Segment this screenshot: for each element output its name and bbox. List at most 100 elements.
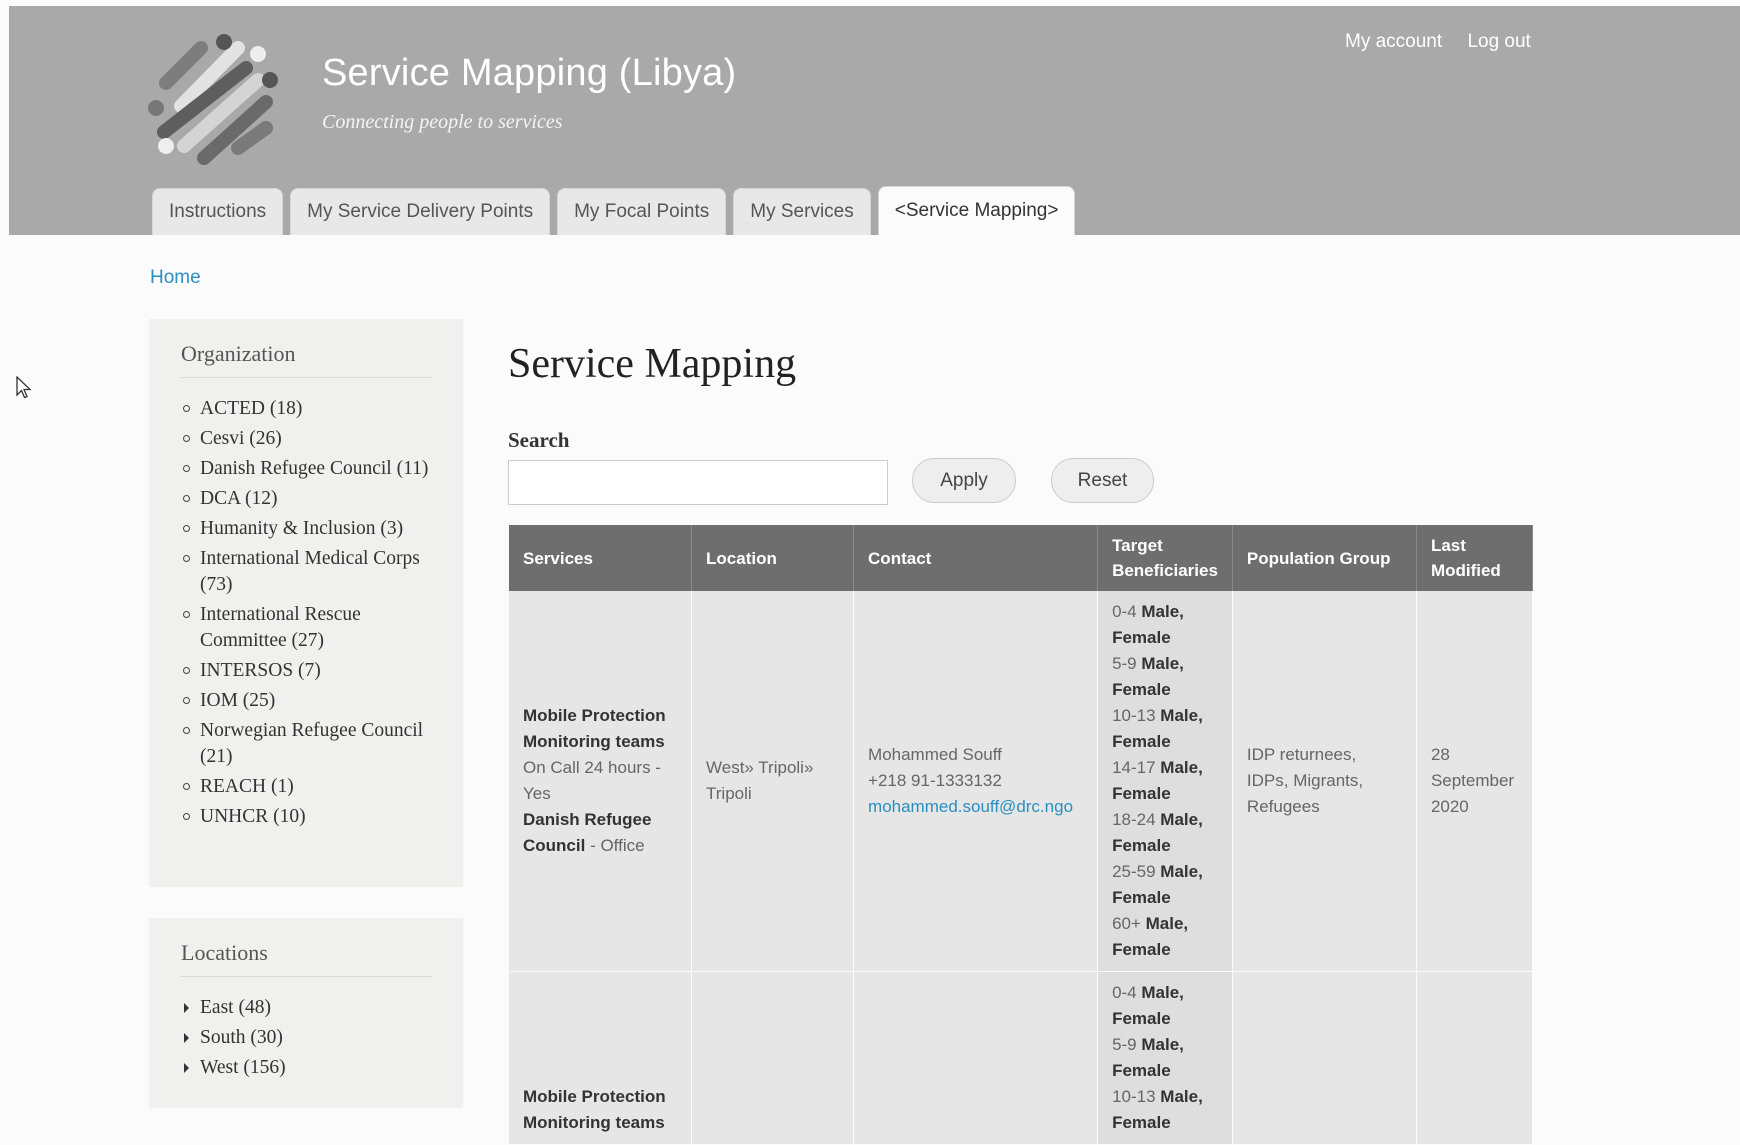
table-row: Mobile Protection Monitoring teams 0-4 M… (509, 971, 1534, 1145)
primary-tabs: Instructions My Service Delivery Points … (152, 186, 1082, 235)
breadcrumb-home-link[interactable]: Home (150, 267, 201, 288)
facet-item-label: REACH (1) (200, 776, 294, 797)
locations-facet-block: Locations East (48) South (30) West (156… (149, 918, 463, 1108)
column-header-target-beneficiaries[interactable]: Target Beneficiaries (1097, 525, 1233, 591)
reset-button[interactable]: Reset (1051, 458, 1154, 503)
tab-my-service-delivery-points[interactable]: My Service Delivery Points (290, 188, 551, 235)
last-modified-cell (1416, 971, 1534, 1145)
age-range: 60+ (1112, 914, 1141, 933)
tab-my-focal-points[interactable]: My Focal Points (557, 188, 727, 235)
facet-item-unhcr[interactable]: UNHCR (10) (181, 804, 433, 830)
facet-item-label: UNHCR (10) (200, 806, 306, 827)
organization-facet-title: Organization (181, 341, 433, 378)
facet-item-acted[interactable]: ACTED (18) (181, 396, 433, 422)
tab-instructions[interactable]: Instructions (152, 188, 284, 235)
facet-item-label: ACTED (18) (200, 398, 303, 419)
tab-my-services[interactable]: My Services (733, 188, 871, 235)
bullet-icon (183, 727, 190, 734)
facet-item-norwegian-refugee-council[interactable]: Norwegian Refugee Council (21) (181, 718, 433, 770)
age-range: 18-24 (1112, 810, 1156, 829)
apply-button[interactable]: Apply (912, 458, 1016, 503)
population-group-cell (1232, 971, 1417, 1145)
expand-arrow-icon[interactable] (184, 1003, 189, 1013)
contact-phone: +218 91-1333132 (868, 771, 1002, 790)
column-header-services[interactable]: Services (509, 525, 693, 591)
page-title: Service Mapping (508, 341, 797, 387)
age-range: 25-59 (1112, 862, 1156, 881)
search-label: Search (508, 428, 570, 452)
my-account-link[interactable]: My account (1345, 31, 1442, 52)
locations-facet-list: East (48) South (30) West (156) (181, 995, 433, 1081)
breadcrumb: Home (150, 267, 201, 289)
locations-facet-title: Locations (181, 940, 433, 977)
organization-facet-block: Organization ACTED (18) Cesvi (26) Danis… (149, 319, 463, 887)
facet-item-label: Humanity & Inclusion (3) (200, 518, 404, 539)
search-input[interactable] (508, 460, 888, 505)
age-range: 10-13 (1112, 706, 1156, 725)
facet-item-label: IOM (25) (200, 690, 276, 711)
bullet-icon (183, 611, 190, 618)
table-header-row: Services Location Contact Target Benefic… (509, 525, 1534, 591)
expand-arrow-icon[interactable] (184, 1033, 189, 1043)
facet-item-danish-refugee-council[interactable]: Danish Refugee Council (11) (181, 456, 433, 482)
site-name[interactable]: Service Mapping (Libya) (322, 52, 736, 95)
service-name: Mobile Protection Monitoring teams (523, 706, 666, 751)
bullet-icon (183, 813, 190, 820)
facet-item-label: South (30) (200, 1027, 283, 1048)
services-cell: Mobile Protection Monitoring teams (509, 971, 693, 1145)
column-header-last-modified[interactable]: Last Modified (1416, 525, 1534, 591)
bullet-icon (183, 435, 190, 442)
service-detail: On Call 24 hours - Yes (523, 758, 661, 803)
facet-item-label: Danish Refugee Council (11) (200, 458, 429, 479)
target-beneficiaries-cell: 0-4 Male, Female 5-9 Male, Female 10-13 … (1097, 971, 1233, 1145)
last-modified-cell: 28 September 2020 (1416, 591, 1534, 972)
contact-cell: Mohammed Souff +218 91-1333132 mohammed.… (853, 591, 1099, 972)
log-out-link[interactable]: Log out (1467, 31, 1530, 52)
facet-item-iom[interactable]: IOM (25) (181, 688, 433, 714)
service-organization-detail: - Office (585, 836, 645, 855)
facet-item-label: International Medical Corps (73) (200, 548, 420, 595)
location-cell: West» Tripoli» Tripoli (691, 591, 855, 972)
facet-item-dca[interactable]: DCA (12) (181, 486, 433, 512)
expand-arrow-icon[interactable] (184, 1063, 189, 1073)
facet-item-east[interactable]: East (48) (181, 995, 433, 1021)
age-range: 5-9 (1112, 654, 1137, 673)
tab-service-mapping[interactable]: <Service Mapping> (877, 186, 1076, 235)
table-row: Mobile Protection Monitoring teams On Ca… (509, 591, 1534, 972)
site-slogan: Connecting people to services (322, 111, 563, 133)
bullet-icon (183, 495, 190, 502)
bullet-icon (183, 555, 190, 562)
facet-item-label: East (48) (200, 997, 271, 1018)
facet-item-international-medical-corps[interactable]: International Medical Corps (73) (181, 546, 433, 598)
facet-item-west[interactable]: West (156) (181, 1055, 433, 1081)
bullet-icon (183, 697, 190, 704)
facet-item-humanity-inclusion[interactable]: Humanity & Inclusion (3) (181, 516, 433, 542)
column-header-population-group[interactable]: Population Group (1232, 525, 1417, 591)
bullet-icon (183, 667, 190, 674)
secondary-menu: My account Log out (1345, 31, 1551, 53)
facet-item-label: West (156) (200, 1057, 286, 1078)
facet-item-reach[interactable]: REACH (1) (181, 774, 433, 800)
bullet-icon (183, 405, 190, 412)
facet-item-label: Cesvi (26) (200, 428, 282, 449)
contact-email-link[interactable]: mohammed.souff@drc.ngo (868, 797, 1073, 816)
facet-item-south[interactable]: South (30) (181, 1025, 433, 1051)
facet-item-intersos[interactable]: INTERSOS (7) (181, 658, 433, 684)
column-header-contact[interactable]: Contact (853, 525, 1099, 591)
age-range: 0-4 (1112, 983, 1137, 1002)
mouse-cursor-icon (16, 376, 32, 399)
site-logo-icon[interactable] (146, 28, 296, 168)
bullet-icon (183, 525, 190, 532)
services-cell: Mobile Protection Monitoring teams On Ca… (509, 591, 693, 972)
facet-item-international-rescue-committee[interactable]: International Rescue Committee (27) (181, 602, 433, 654)
age-range: 0-4 (1112, 602, 1137, 621)
contact-name: Mohammed Souff (868, 745, 1002, 764)
population-group-cell: IDP returnees, IDPs, Migrants, Refugees (1232, 591, 1417, 972)
facet-item-cesvi[interactable]: Cesvi (26) (181, 426, 433, 452)
site-header: Service Mapping (Libya) Connecting peopl… (9, 6, 1740, 235)
age-range: 14-17 (1112, 758, 1156, 777)
facet-item-label: International Rescue Committee (27) (200, 604, 361, 651)
column-header-location[interactable]: Location (691, 525, 855, 591)
target-beneficiaries-cell: 0-4 Male, Female 5-9 Male, Female 10-13 … (1097, 591, 1233, 972)
organization-facet-list: ACTED (18) Cesvi (26) Danish Refugee Cou… (181, 396, 433, 830)
